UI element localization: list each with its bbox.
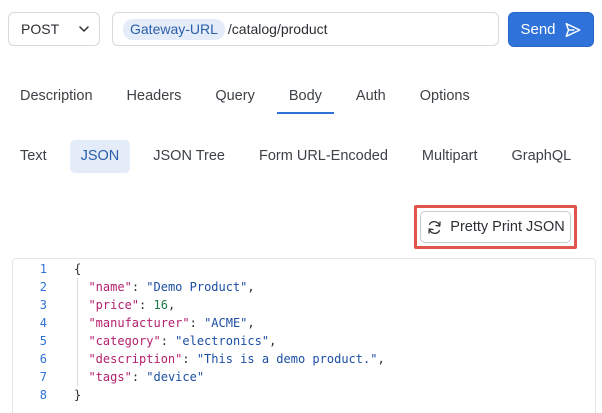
code-text: "manufacturer": "ACME", (74, 314, 255, 332)
code-token: : (189, 316, 205, 330)
body-type-tabs: Text JSON JSON Tree Form URL-Encoded Mul… (9, 139, 594, 173)
code-token: , (167, 298, 176, 312)
code-token: : (160, 334, 176, 348)
tab-headers[interactable]: Headers (127, 86, 182, 116)
code-token: : (131, 370, 147, 384)
code-token: : (182, 352, 197, 366)
code-text: } (74, 386, 81, 404)
code-token: "tags" (88, 370, 132, 384)
code-line: 5 "category": "electronics", (13, 332, 595, 350)
send-button[interactable]: Send (508, 12, 594, 47)
line-number: 6 (39, 352, 47, 366)
tab-body[interactable]: Body (276, 86, 334, 116)
code-token: } (74, 388, 82, 402)
code-token: "Demo Product" (146, 280, 248, 294)
tab-options[interactable]: Options (420, 86, 470, 116)
code-token: 16 (153, 298, 168, 312)
code-line: 8} (13, 386, 595, 404)
code-text: "price": 16, (74, 296, 175, 314)
code-token: "category" (88, 334, 161, 348)
code-token: "device" (146, 370, 205, 384)
send-icon (565, 22, 580, 37)
code-line: 3 "price": 16, (13, 296, 595, 314)
body-tab-text[interactable]: Text (9, 140, 58, 173)
line-number: 4 (39, 316, 47, 330)
tab-query[interactable]: Query (215, 86, 255, 116)
url-path: /catalog/product (227, 21, 328, 37)
code-line: 4 "manufacturer": "ACME", (13, 314, 595, 332)
send-label: Send (520, 21, 556, 38)
code-token: "ACME" (204, 316, 248, 330)
chevron-down-icon (79, 26, 89, 32)
code-line: 2 "name": "Demo Product", (13, 278, 595, 296)
line-number: 8 (39, 388, 47, 402)
line-number: 3 (39, 298, 47, 312)
url-variable-chip[interactable]: Gateway-URL (123, 18, 225, 40)
method-select[interactable]: POST (8, 12, 100, 46)
body-tab-json[interactable]: JSON (69, 139, 131, 173)
code-text: "description": "This is a demo product."… (74, 350, 385, 368)
tab-description[interactable]: Description (20, 86, 93, 116)
pretty-print-label: Pretty Print JSON (450, 219, 565, 235)
url-input[interactable]: Gateway-URL /catalog/product (112, 12, 499, 46)
code-token: "This is a demo product." (196, 352, 378, 366)
line-number: 5 (39, 334, 47, 348)
code-text: "tags": "device" (74, 368, 204, 386)
code-token: "electronics" (175, 334, 270, 348)
pretty-print-json-button[interactable]: Pretty Print JSON (420, 211, 571, 243)
code-token: "manufacturer" (88, 316, 190, 330)
code-token: "description" (88, 352, 183, 366)
refresh-icon (428, 220, 441, 234)
line-number: 2 (39, 280, 47, 294)
request-editor: POST Gateway-URL /catalog/product Send D… (0, 0, 602, 413)
code-token: , (269, 334, 277, 348)
line-number: 7 (39, 370, 47, 384)
json-code-editor[interactable]: 1{2 "name": "Demo Product", 3 "price": 16… (12, 258, 596, 413)
line-number: 1 (39, 262, 47, 276)
body-tab-json-tree[interactable]: JSON Tree (142, 140, 236, 173)
code-line: 7 "tags": "device" (13, 368, 595, 386)
method-value: POST (21, 21, 60, 37)
request-tabs: Description Headers Query Body Auth Opti… (20, 86, 504, 116)
code-token: "name" (88, 280, 132, 294)
code-line: 6 "description": "This is a demo product… (13, 350, 595, 368)
code-token: : (139, 298, 154, 312)
code-token: "price" (88, 298, 140, 312)
tab-auth[interactable]: Auth (356, 86, 386, 116)
code-token: , (247, 280, 255, 294)
code-token: , (377, 352, 385, 366)
code-text: "category": "electronics", (74, 332, 276, 350)
code-line: 1{ (13, 260, 595, 278)
code-token: { (74, 262, 82, 276)
code-token: : (131, 280, 147, 294)
body-tab-graphql[interactable]: GraphQL (501, 140, 583, 173)
code-token: , (247, 316, 255, 330)
code-text: "name": "Demo Product", (74, 278, 255, 296)
body-tab-multipart[interactable]: Multipart (411, 140, 489, 173)
body-tab-form-url-encoded[interactable]: Form URL-Encoded (248, 140, 399, 173)
code-text: { (74, 260, 81, 278)
